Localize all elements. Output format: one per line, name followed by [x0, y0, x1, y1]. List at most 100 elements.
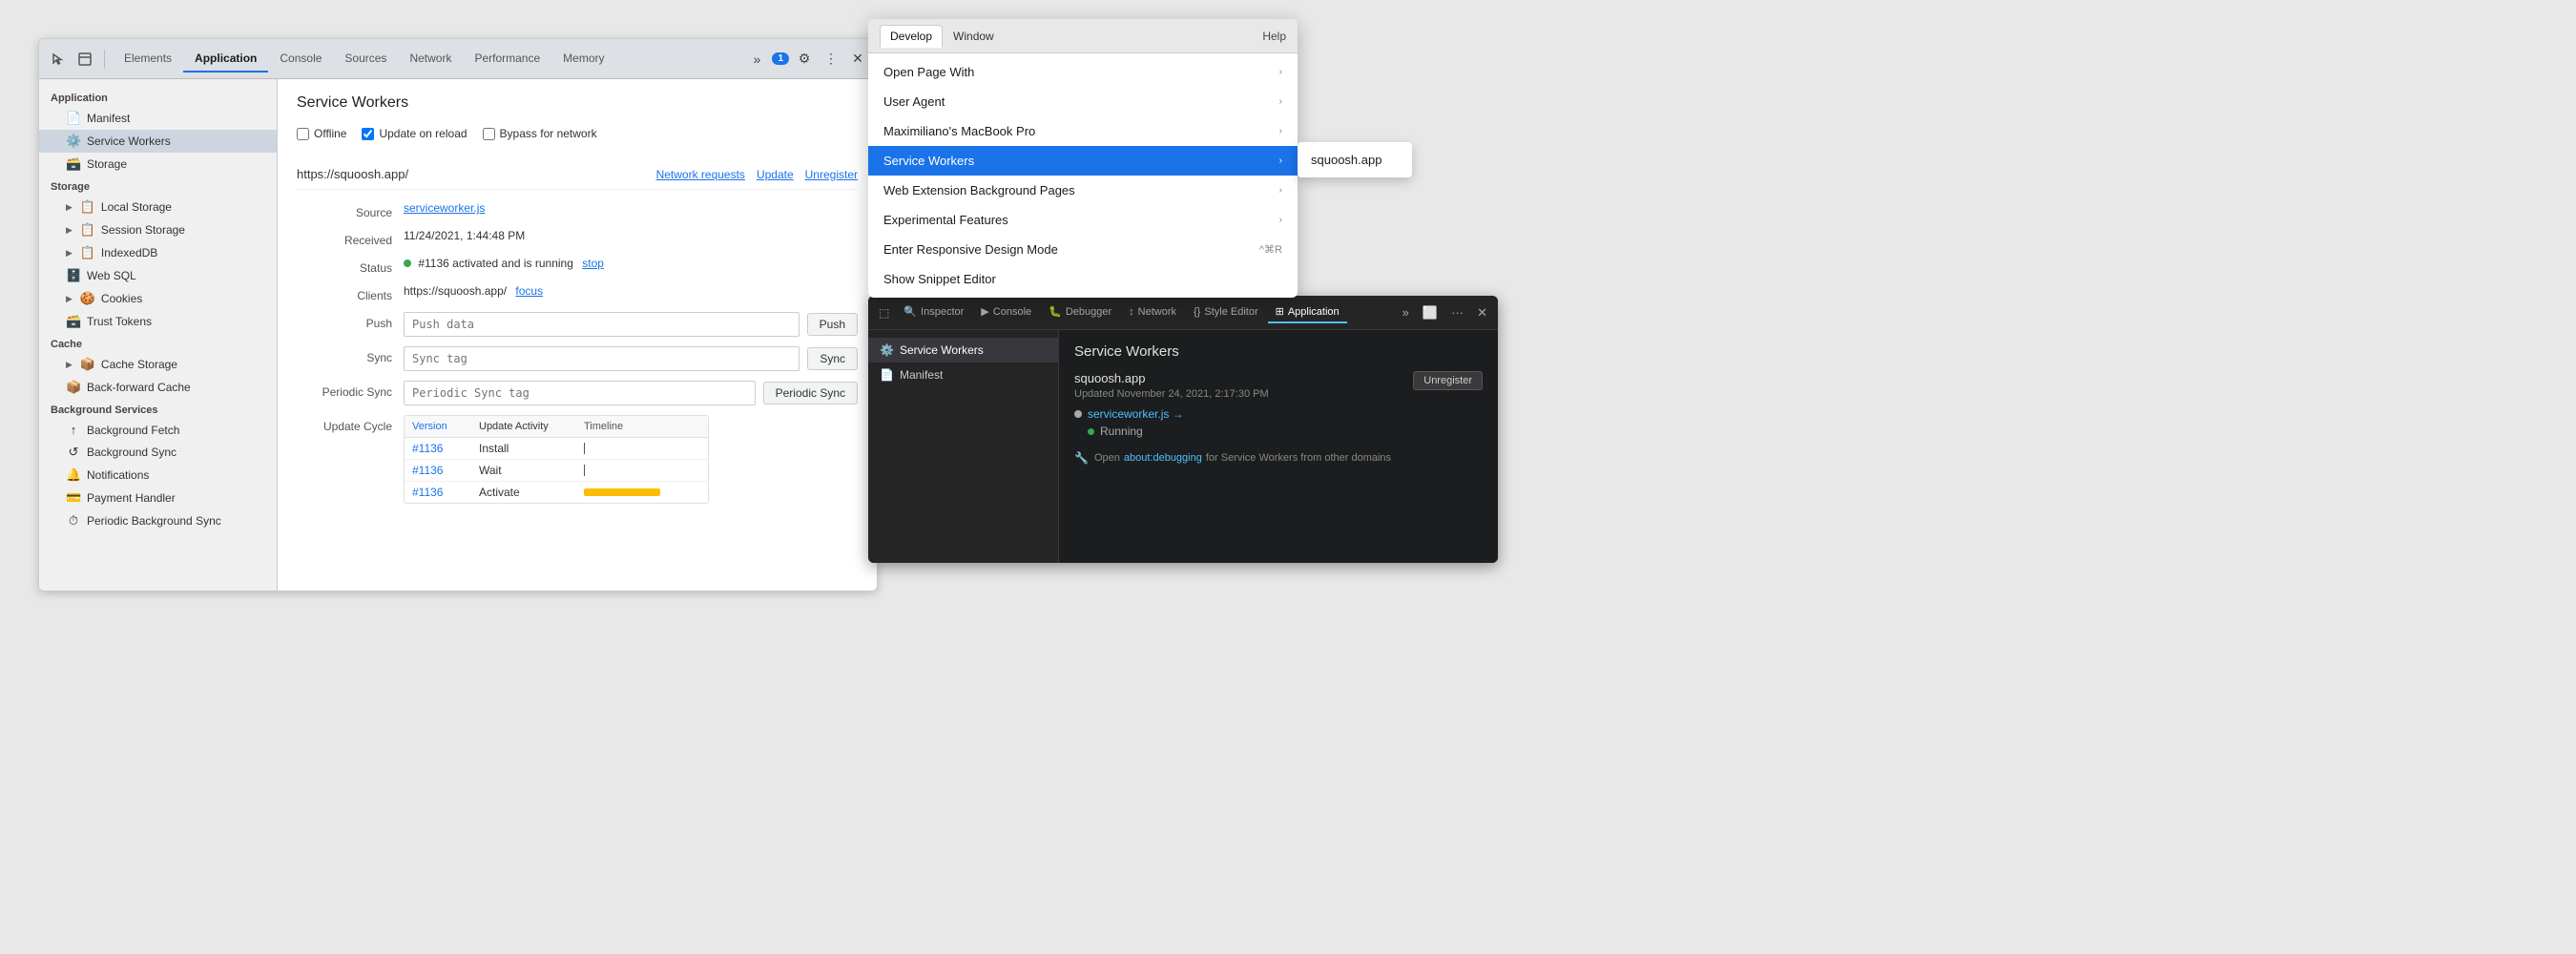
chevron-right-icon: › — [1279, 96, 1282, 107]
sync-input[interactable] — [404, 346, 800, 371]
more-tabs-button[interactable]: » — [745, 48, 768, 71]
dark-sidebar: ⚙️ Service Workers 📄 Manifest — [868, 330, 1059, 563]
dark-sidebar-item-manifest[interactable]: 📄 Manifest — [868, 363, 1058, 387]
dark-tab-inspector[interactable]: 🔍 Inspector — [896, 301, 971, 323]
push-input[interactable] — [404, 312, 800, 337]
menu-item-responsive-design[interactable]: Enter Responsive Design Mode ^⌘R — [868, 235, 1298, 264]
dark-inspect-button[interactable]: ⬚ — [874, 303, 894, 322]
dark-sw-source: serviceworker.js → — [1074, 407, 1483, 421]
close-button[interactable]: ✕ — [846, 48, 869, 71]
tab-network[interactable]: Network — [398, 46, 463, 73]
network-requests-button[interactable]: Network requests — [656, 168, 745, 181]
help-menu[interactable]: Help — [1262, 30, 1286, 43]
local-storage-icon: 📋 — [80, 199, 95, 215]
dark-more-button[interactable]: » — [1398, 302, 1414, 322]
submenu-item-squoosh[interactable]: squoosh.app — [1298, 146, 1412, 174]
sync-button[interactable]: Sync — [807, 347, 858, 370]
sidebar-item-cache-storage[interactable]: ▶ 📦 Cache Storage — [39, 353, 277, 376]
network-icon: ↕ — [1129, 306, 1134, 318]
sidebar-item-background-fetch[interactable]: ↑ Background Fetch — [39, 419, 277, 441]
sidebar-item-trust-tokens[interactable]: 🗃️ Trust Tokens — [39, 310, 277, 333]
dark-overflow-button[interactable]: ··· — [1446, 302, 1468, 322]
tab-console[interactable]: Console — [268, 46, 333, 73]
tab-memory[interactable]: Memory — [551, 46, 615, 73]
sw-url-row: https://squoosh.app/ Network requests Up… — [297, 159, 858, 190]
update-cycle-row: Update Cycle Version Update Activity Tim… — [297, 415, 858, 504]
about-debugging-link[interactable]: about:debugging — [1124, 452, 1202, 464]
col-header-timeline: Timeline — [576, 416, 708, 437]
sidebar-item-storage-overview[interactable]: 🗃️ Storage — [39, 153, 277, 176]
focus-link[interactable]: focus — [515, 284, 543, 298]
update-on-reload-label[interactable]: Update on reload — [362, 127, 467, 140]
sidebar-item-web-sql[interactable]: 🗄️ Web SQL — [39, 264, 277, 287]
sidebar-item-indexeddb[interactable]: ▶ 📋 IndexedDB — [39, 241, 277, 264]
version-cell[interactable]: #1136 — [405, 482, 471, 503]
kebab-menu-button[interactable]: ⋮ — [820, 48, 842, 71]
timeline-cell — [576, 485, 708, 500]
sidebar-item-payment-handler[interactable]: 💳 Payment Handler — [39, 487, 277, 509]
bypass-network-label[interactable]: Bypass for network — [483, 127, 597, 140]
sidebar-item-manifest[interactable]: 📄 Manifest — [39, 107, 277, 130]
tab-application[interactable]: Application — [183, 46, 268, 73]
window-tab[interactable]: Window — [943, 25, 1005, 48]
dark-tab-network[interactable]: ↕ Network — [1121, 302, 1184, 323]
sidebar-item-session-storage[interactable]: ▶ 📋 Session Storage — [39, 218, 277, 241]
dark-tab-console[interactable]: ▶ Console — [973, 301, 1039, 323]
update-on-reload-checkbox[interactable] — [362, 128, 374, 140]
periodic-sync-button[interactable]: Periodic Sync — [763, 382, 858, 404]
version-cell[interactable]: #1136 — [405, 438, 471, 459]
update-button[interactable]: Update — [757, 168, 794, 181]
tab-performance[interactable]: Performance — [463, 46, 551, 73]
tab-elements[interactable]: Elements — [113, 46, 183, 73]
dark-sidebar-item-service-workers[interactable]: ⚙️ Service Workers — [868, 338, 1058, 363]
menu-item-snippet-editor[interactable]: Show Snippet Editor — [868, 264, 1298, 294]
sidebar-item-back-forward-cache[interactable]: 📦 Back-forward Cache — [39, 376, 277, 399]
dark-close-button[interactable]: ✕ — [1472, 302, 1492, 323]
sidebar-item-cookies[interactable]: ▶ 🍪 Cookies — [39, 287, 277, 310]
sidebar-item-periodic-bg-sync[interactable]: ⏱ Periodic Background Sync — [39, 509, 277, 532]
dark-status-row: Running — [1074, 425, 1483, 438]
timeline-bar — [584, 488, 660, 496]
notifications-icon: 🔔 — [66, 467, 81, 483]
sidebar-section-bg-services: Background Services — [39, 399, 277, 419]
cursor-tool-button[interactable] — [47, 48, 70, 71]
dock-button[interactable] — [73, 48, 96, 71]
menu-item-user-agent[interactable]: User Agent › — [868, 87, 1298, 116]
menu-body: Open Page With › User Agent › Maximilian… — [868, 53, 1298, 298]
dark-tab-application[interactable]: ⊞ Application — [1268, 301, 1347, 323]
push-label: Push — [297, 312, 392, 330]
dark-tab-style-editor[interactable]: {} Style Editor — [1186, 302, 1266, 323]
settings-button[interactable]: ⚙ — [793, 48, 816, 71]
bypass-network-checkbox[interactable] — [483, 128, 495, 140]
dark-expand-button[interactable]: ⬜ — [1418, 302, 1443, 323]
periodic-sync-input[interactable] — [404, 381, 756, 405]
source-value: serviceworker.js — [404, 201, 858, 215]
sidebar-item-local-storage[interactable]: ▶ 📋 Local Storage — [39, 196, 277, 218]
dark-tab-debugger[interactable]: 🐛 Debugger — [1041, 301, 1119, 323]
sw-options: Offline Update on reload Bypass for netw… — [297, 127, 858, 140]
push-button[interactable]: Push — [807, 313, 858, 336]
sidebar-item-background-sync[interactable]: ↺ Background Sync — [39, 441, 277, 464]
offline-checkbox[interactable] — [297, 128, 309, 140]
dark-source-link[interactable]: serviceworker.js → — [1088, 407, 1184, 421]
menu-item-web-extension[interactable]: Web Extension Background Pages › — [868, 176, 1298, 205]
offline-checkbox-label[interactable]: Offline — [297, 127, 346, 140]
tab-sources[interactable]: Sources — [333, 46, 398, 73]
unregister-button[interactable]: Unregister — [805, 168, 858, 181]
toolbar-divider — [104, 50, 105, 69]
version-cell[interactable]: #1136 — [405, 460, 471, 481]
menu-item-open-page-with[interactable]: Open Page With › — [868, 57, 1298, 87]
menu-item-macbook-pro[interactable]: Maximiliano's MacBook Pro › — [868, 116, 1298, 146]
received-value: 11/24/2021, 1:44:48 PM — [404, 229, 858, 242]
sidebar-item-service-workers[interactable]: ⚙️ Service Workers — [39, 130, 277, 153]
dark-unregister-button[interactable]: Unregister — [1413, 371, 1483, 390]
activity-cell: Install — [471, 438, 576, 459]
menu-item-experimental[interactable]: Experimental Features › — [868, 205, 1298, 235]
sidebar-item-notifications[interactable]: 🔔 Notifications — [39, 464, 277, 487]
stop-link[interactable]: stop — [582, 257, 604, 270]
periodic-sync-input-area: Periodic Sync — [404, 381, 858, 405]
menu-item-service-workers[interactable]: Service Workers › squoosh.app — [868, 146, 1298, 176]
sidebar-section-storage: Storage — [39, 176, 277, 196]
source-link[interactable]: serviceworker.js — [404, 201, 485, 215]
develop-tab[interactable]: Develop — [880, 25, 943, 48]
